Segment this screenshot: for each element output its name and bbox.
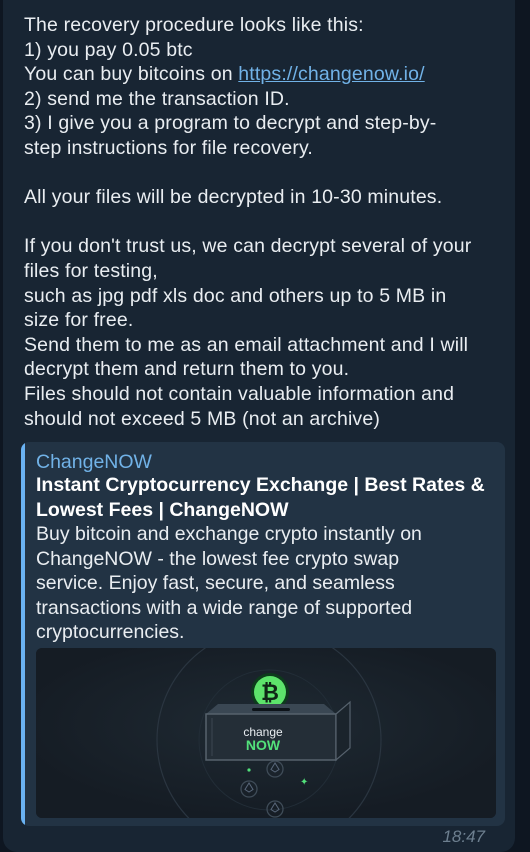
message-line: If you don't trust us, we can decrypt se… bbox=[24, 235, 472, 258]
preview-accent-bar bbox=[21, 442, 25, 826]
link-preview[interactable]: ChangeNOW Instant Cryptocurrency Exchang… bbox=[21, 442, 505, 826]
message-line: All your files will be decrypted in 10-3… bbox=[24, 186, 443, 209]
message-line: 2) send me the transaction ID. bbox=[24, 87, 290, 110]
changenow-box-icon: change NOW bbox=[205, 700, 351, 762]
preview-description: Buy bitcoin and exchange crypto instantl… bbox=[36, 522, 498, 645]
message-bubble: The recovery procedure looks like this: … bbox=[3, 0, 515, 852]
preview-description-line: ChangeNOW - the lowest fee crypto swap bbox=[36, 547, 400, 570]
sparkle-dot bbox=[247, 768, 251, 772]
preview-image[interactable]: ₿ change NOW ✦ bbox=[36, 648, 496, 818]
message-line: should not exceed 5 MB (not an archive) bbox=[24, 407, 380, 430]
preview-title-line: Instant Cryptocurrency Exchange | Best R… bbox=[36, 474, 485, 496]
message-line: You can buy bitcoins on https://changeno… bbox=[24, 62, 510, 87]
message-line: Files should not contain valuable inform… bbox=[24, 382, 455, 405]
preview-title: Instant Cryptocurrency Exchange | Best R… bbox=[36, 473, 498, 522]
message-timestamp: 18:47 bbox=[442, 827, 485, 846]
box-text-bottom: NOW bbox=[246, 737, 281, 753]
preview-title-line: Lowest Fees | ChangeNOW bbox=[36, 498, 289, 521]
preview-description-line: Buy bitcoin and exchange crypto instantl… bbox=[36, 523, 422, 545]
message-line: The recovery procedure looks like this: bbox=[24, 14, 364, 36]
message-line: such as jpg pdf xls doc and others up to… bbox=[24, 284, 447, 307]
changenow-illustration: ₿ change NOW ✦ bbox=[36, 648, 496, 818]
message-line: step instructions for file recovery. bbox=[24, 136, 313, 159]
message-line-text: You can buy bitcoins on bbox=[24, 63, 239, 86]
preview-description-line: transactions with a wide range of suppor… bbox=[36, 596, 413, 619]
preview-site-name: ChangeNOW bbox=[36, 451, 152, 473]
message-line: size for free. bbox=[24, 309, 134, 332]
changenow-link[interactable]: https://changenow.io/ bbox=[238, 63, 424, 85]
message-line: files for testing, bbox=[24, 259, 158, 282]
coin-symbol: ₿ bbox=[261, 681, 279, 706]
message-line: Send them to me as an email attachment a… bbox=[24, 333, 469, 356]
message-line: decrypt them and return them to you. bbox=[24, 358, 350, 381]
message-line: 1) you pay 0.05 btc bbox=[24, 38, 193, 61]
message-line: 3) I give you a program to decrypt and s… bbox=[24, 112, 437, 135]
message-text: The recovery procedure looks like this: … bbox=[24, 13, 510, 431]
sparkle-icon: ✦ bbox=[300, 777, 308, 788]
preview-description-line: cryptocurrencies. bbox=[36, 621, 185, 643]
preview-description-line: service. Enjoy fast, secure, and seamles… bbox=[36, 572, 395, 594]
